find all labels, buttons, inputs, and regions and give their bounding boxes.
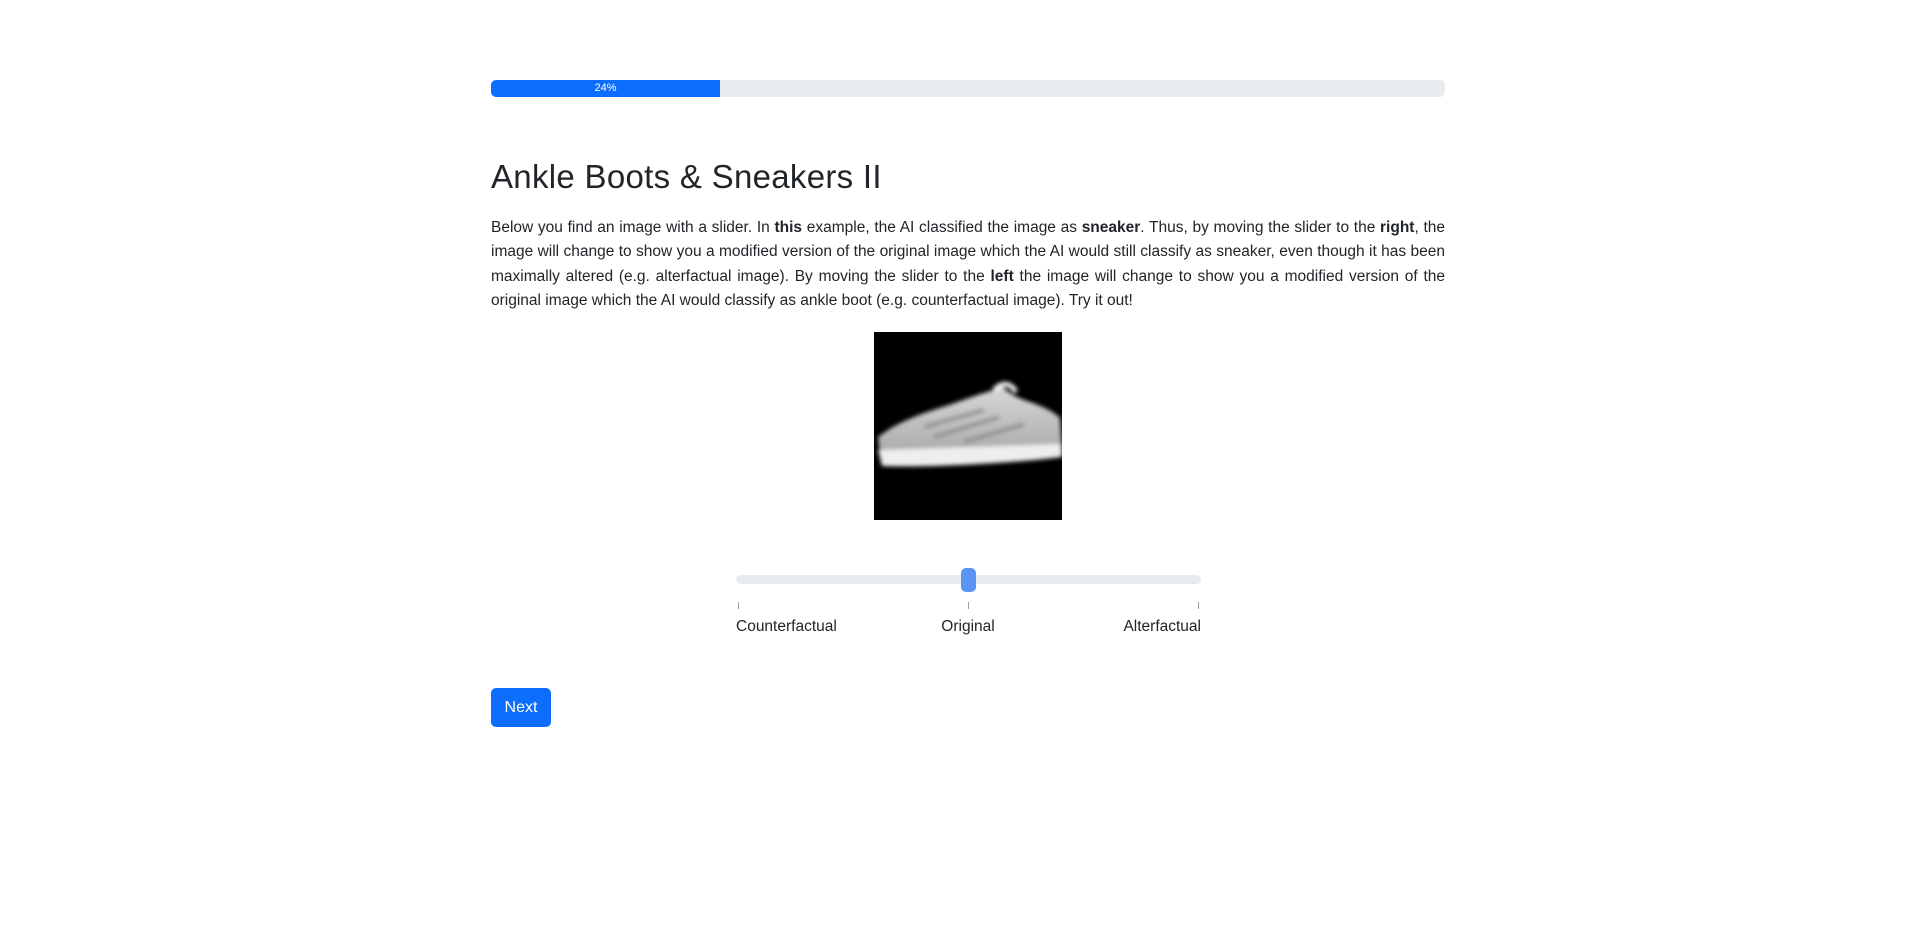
label-original: Original <box>941 618 995 635</box>
description-part: . Thus, by moving the slider to the <box>1140 219 1381 236</box>
tick-alterfactual <box>1198 602 1199 609</box>
counterfactual-slider[interactable]: Counterfactual Original Alterfactual <box>736 566 1201 636</box>
description-bold: this <box>774 219 803 236</box>
label-counterfactual: Counterfactual <box>736 618 837 635</box>
description-part: Below you find an image with a slider. I… <box>491 219 775 236</box>
page-title: Ankle Boots & Sneakers II <box>491 158 882 195</box>
sneaker-image <box>874 332 1062 520</box>
progress-label: 24% <box>594 82 617 94</box>
progress-bar: 24% <box>491 80 1445 97</box>
description-text: Below you find an image with a slider. I… <box>491 216 1445 313</box>
label-alterfactual: Alterfactual <box>1123 618 1201 635</box>
tick-original <box>968 602 969 609</box>
sneaker-icon <box>878 381 1062 467</box>
description-part: example, the AI classified the image as <box>802 219 1082 236</box>
progress-fill: 24% <box>491 80 720 97</box>
description-bold: sneaker <box>1081 219 1141 236</box>
description-bold: left <box>990 267 1014 285</box>
description-bold: right <box>1380 219 1415 236</box>
next-button[interactable]: Next <box>491 688 551 727</box>
tick-counterfactual <box>738 602 739 609</box>
slider-thumb[interactable] <box>961 568 976 592</box>
